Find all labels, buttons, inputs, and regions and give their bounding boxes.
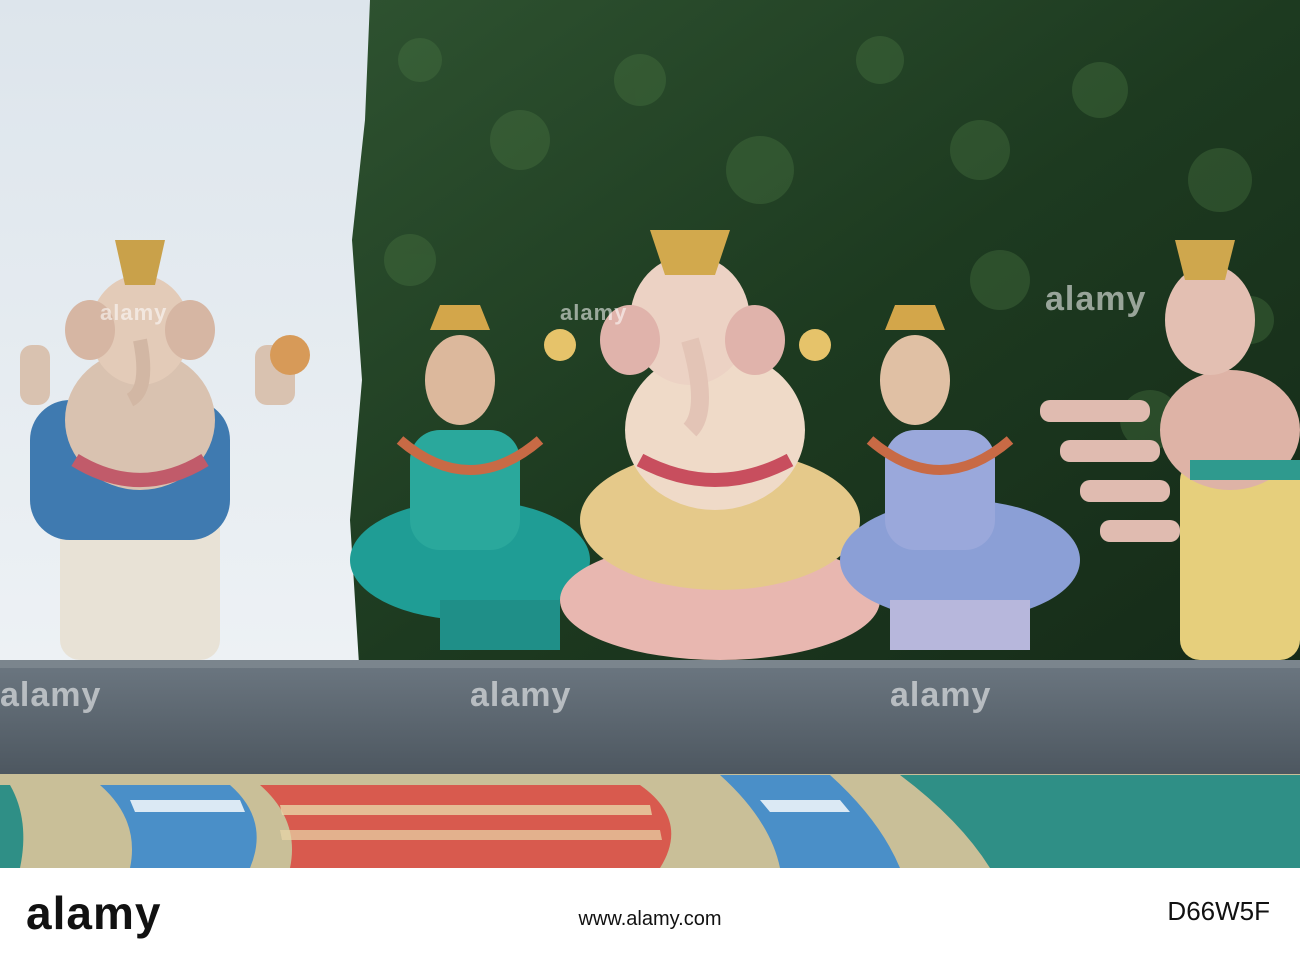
brand-url: www.alamy.com <box>578 908 722 930</box>
temple-photo: alamy alamy alamy alamy alamy alamy <box>0 0 1300 868</box>
watermark-text: alamy <box>890 676 992 714</box>
watermark-text: alamy <box>560 300 628 325</box>
temple-scene <box>0 0 1300 868</box>
watermark-text: alamy <box>470 676 572 714</box>
watermark-text: alamy <box>100 300 168 325</box>
watermark-text: alamy <box>1045 280 1147 318</box>
painted-cornice <box>0 774 1300 868</box>
image-code: D66W5F <box>1167 896 1270 926</box>
watermark-footer: alamy www.alamy.com D66W5F <box>0 868 1300 956</box>
watermark-text: alamy <box>0 676 102 714</box>
stone-ledge <box>0 664 1300 774</box>
brand-logo: alamy <box>26 887 162 939</box>
ledge-top-edge <box>0 660 1300 668</box>
